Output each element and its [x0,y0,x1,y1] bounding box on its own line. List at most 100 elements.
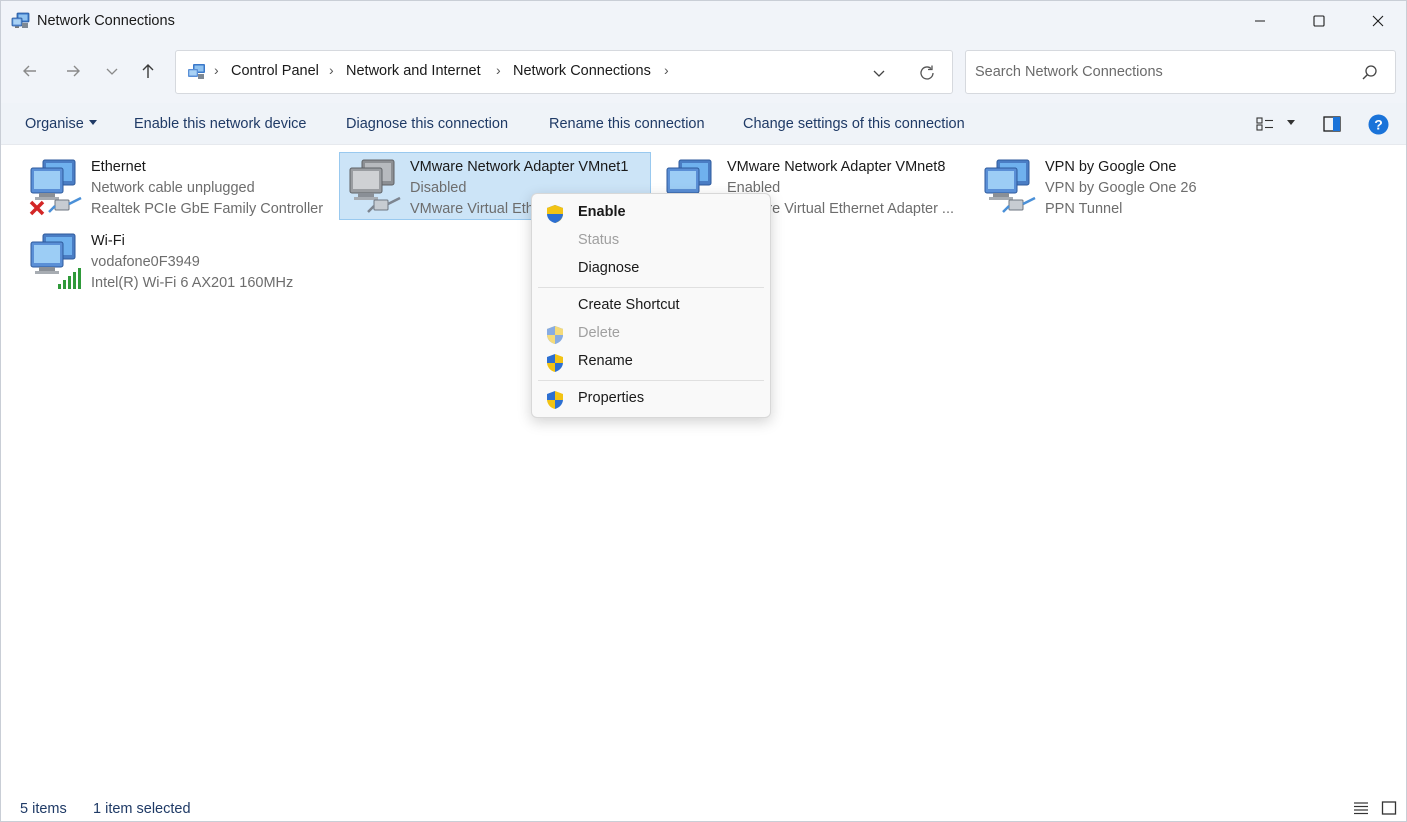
uac-shield-icon [547,391,563,409]
enable-device-button[interactable]: Enable this network device [134,116,307,132]
breadcrumb-separator: › [664,62,669,78]
maximize-button[interactable] [1290,1,1348,41]
organise-label: Organise [25,116,84,132]
large-icons-view-icon [1381,801,1397,815]
cable-icon [367,196,401,213]
uac-shield-icon [547,326,563,344]
breadcrumb-separator: › [329,62,334,78]
caret-down-icon [88,119,97,125]
menu-item-label: Properties [578,390,645,406]
back-arrow-icon [23,65,36,77]
menu-item-properties[interactable]: Properties [536,385,766,413]
connection-device: Realtek PCIe GbE Family Controller [91,201,324,217]
network-adapter-disabled-icon [349,159,401,213]
caret-down-icon [1287,119,1295,125]
connection-name: VMware Network Adapter VMnet8 [727,159,946,175]
help-button[interactable]: ? [1367,113,1389,135]
connection-name: VPN by Google One [1045,159,1177,175]
breadcrumb-network-and-internet[interactable]: Network and Internet [346,63,481,79]
back-button[interactable] [16,57,44,85]
uac-shield-icon [547,205,563,223]
selection-count: 1 item selected [93,801,191,817]
network-connections-window: Network Connections › Control Panel › Ne… [0,0,1407,822]
details-view-icon [1354,802,1368,815]
close-button[interactable] [1349,1,1406,41]
menu-item-label: Rename [578,353,633,369]
menu-item-label: Enable [578,204,626,220]
rename-connection-button[interactable]: Rename this connection [549,116,705,132]
network-connections-icon [11,12,30,28]
address-bar: › Control Panel › Network and Internet ›… [1,41,1406,103]
refresh-button[interactable] [916,62,938,84]
menu-separator [538,287,764,288]
change-view-button[interactable] [1255,113,1275,135]
breadcrumb-separator: › [214,62,219,78]
breadcrumb[interactable]: › Control Panel › Network and Internet ›… [175,50,953,94]
view-details-icon [1256,117,1273,131]
uac-shield-icon [547,354,563,372]
connection-item-vpn-google-one[interactable]: VPN by Google One VPN by Google One 26 P… [975,153,1287,221]
network-adapter-icon [984,159,1036,213]
preview-pane-button[interactable] [1321,113,1343,135]
connection-status: Disabled [410,180,467,196]
red-x-icon [29,200,45,216]
connection-status: vodafone0F3949 [91,254,200,270]
breadcrumb-network-connections[interactable]: Network Connections [513,63,651,79]
wifi-signal-icon [58,268,81,289]
refresh-icon [920,65,934,80]
title-bar[interactable]: Network Connections [1,1,1406,41]
chevron-down-icon [106,68,118,75]
up-arrow-icon [142,64,154,78]
large-icons-view-button[interactable] [1380,799,1398,817]
status-bar: 5 items 1 item selected [1,793,1406,821]
menu-item-diagnose[interactable]: Diagnose [536,255,766,283]
address-history-button[interactable] [869,63,889,83]
menu-separator [538,380,764,381]
diagnose-connection-button[interactable]: Diagnose this connection [346,116,508,132]
cable-icon [48,196,82,213]
help-icon: ? [1368,114,1388,134]
chevron-down-icon [873,70,885,77]
menu-item-rename[interactable]: Rename [536,348,766,376]
forward-arrow-icon [67,65,80,77]
menu-item-create-shortcut[interactable]: Create Shortcut [536,292,766,320]
context-menu: Enable Status Diagnose Create Shortcut D… [531,193,771,418]
search-input[interactable] [975,62,1345,82]
change-settings-button[interactable]: Change settings of this connection [743,116,965,132]
connection-status: Network cable unplugged [91,180,255,196]
menu-item-label: Diagnose [578,260,640,276]
menu-item-status[interactable]: Status [536,227,766,255]
organise-menu[interactable]: Organise [25,116,97,132]
menu-item-label: Status [578,232,620,248]
search-icon[interactable] [1361,64,1379,82]
network-adapter-icon [29,159,82,216]
maximize-icon [1313,15,1325,27]
breadcrumb-control-panel[interactable]: Control Panel [231,63,319,79]
up-button[interactable] [134,57,162,85]
forward-button[interactable] [59,57,87,85]
svg-text:?: ? [1374,116,1383,132]
connection-device: Intel(R) Wi-Fi 6 AX201 160MHz [91,275,294,291]
recent-locations-button[interactable] [98,57,126,85]
menu-item-enable[interactable]: Enable [536,199,766,227]
command-bar: Organise Enable this network device Diag… [1,103,1406,145]
connection-status: VPN by Google One 26 [1045,180,1197,196]
control-panel-icon [188,64,205,79]
close-icon [1372,15,1384,27]
connection-item-wifi[interactable]: Wi-Fi vodafone0F3949 Intel(R) Wi-Fi 6 AX… [21,227,333,295]
menu-item-label: Delete [578,325,620,341]
view-options-dropdown[interactable] [1283,113,1299,135]
menu-item-delete[interactable]: Delete [536,320,766,348]
wireless-adapter-icon [30,233,81,289]
minimize-button[interactable] [1231,1,1289,41]
connection-name: VMware Network Adapter VMnet1 [410,159,629,175]
menu-item-label: Create Shortcut [578,297,680,313]
details-view-button[interactable] [1352,799,1370,817]
connection-device: PPN Tunnel [1045,201,1123,217]
minimize-icon [1255,20,1265,22]
window-title: Network Connections [37,13,175,29]
search-box[interactable] [965,50,1396,94]
connection-item-ethernet[interactable]: Ethernet Network cable unplugged Realtek… [21,153,333,221]
connection-name: Wi-Fi [91,233,125,249]
connection-name: Ethernet [91,159,146,175]
